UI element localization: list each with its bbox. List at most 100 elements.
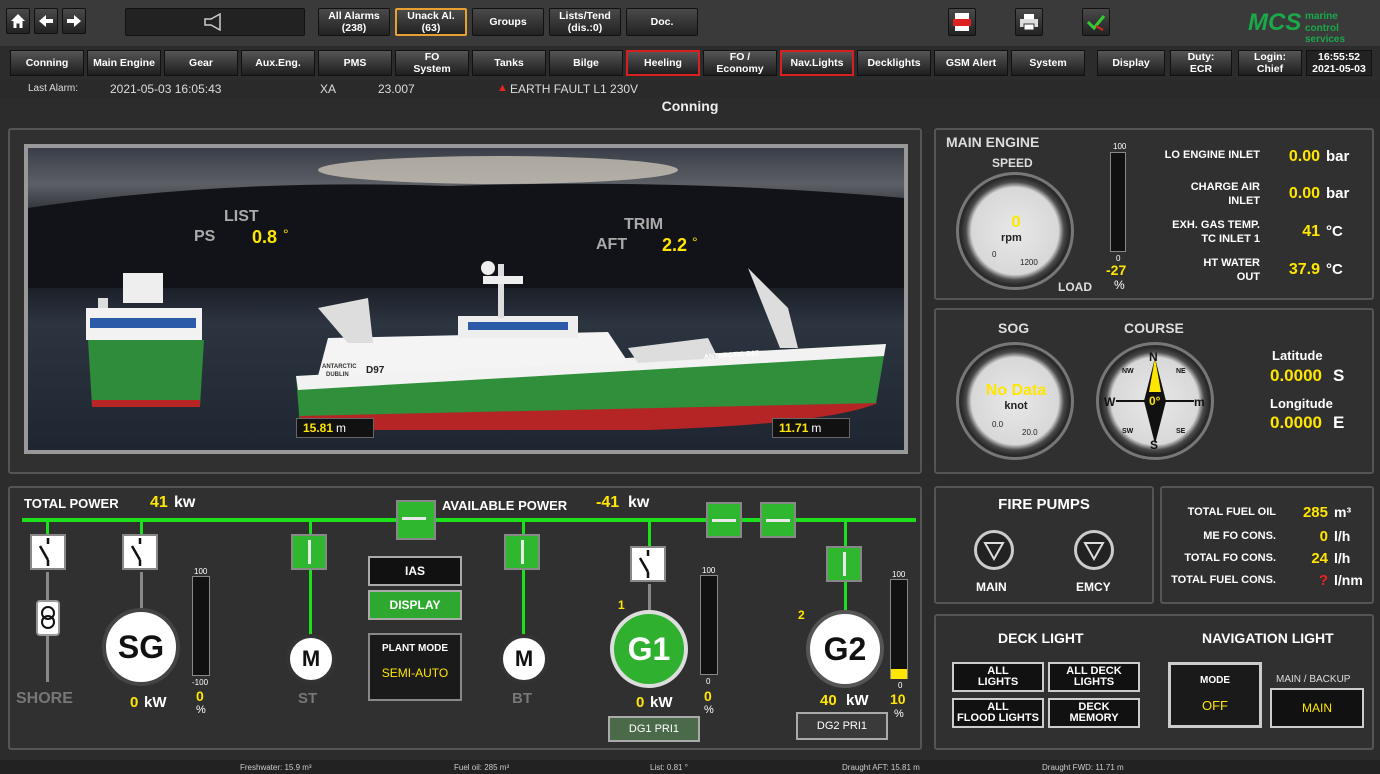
plant-mode-box[interactable]: PLANT MODE SEMI-AUTO [368, 633, 462, 701]
nav-aux-eng-button[interactable]: Aux.Eng. [241, 50, 315, 76]
print-button[interactable] [1015, 8, 1043, 36]
generator-1[interactable]: G1 [610, 610, 688, 688]
all-alarms-button[interactable]: All Alarms (238) [318, 8, 390, 36]
bus-tie-breaker-2[interactable] [706, 502, 742, 538]
nav-fo-economy-button[interactable]: FO / Economy [703, 50, 777, 76]
dg1-priority-button[interactable]: DG1 PRI1 [608, 716, 700, 742]
login-button[interactable]: Login: Chief [1238, 50, 1302, 76]
brand-logo: MCS [1248, 9, 1302, 36]
doc-button[interactable]: Doc. [626, 8, 698, 36]
check-icon [1086, 15, 1106, 31]
shore-switch[interactable] [30, 534, 66, 570]
fuel-row-label: TOTAL FUEL OIL [1187, 506, 1276, 518]
nav-pms-button[interactable]: PMS [318, 50, 392, 76]
last-alarm-time: 2021-05-03 16:05:43 [110, 82, 222, 96]
compass-w: W [1104, 395, 1116, 409]
acknowledge-button[interactable] [1082, 8, 1110, 36]
engine-row-value: 0.00 [1288, 148, 1320, 165]
fire-pump-emcy-button[interactable] [1074, 530, 1114, 570]
g1-switch[interactable] [630, 546, 666, 582]
top-toolbar: All Alarms (238) Unack Al. (63) Groups L… [0, 0, 1380, 46]
page-title: Conning [661, 98, 719, 114]
bus-tie-breaker-3[interactable] [760, 502, 796, 538]
generator-2[interactable]: G2 [806, 610, 884, 688]
fire-pump-main-button[interactable] [974, 530, 1014, 570]
lists-tend-button[interactable]: Lists/Tend (dis.:0) [549, 8, 621, 36]
sg-pct-max: 100 [194, 567, 208, 576]
trim-degree: ° [692, 234, 698, 250]
g2-breaker[interactable] [826, 546, 862, 582]
ship-illustration [28, 156, 904, 430]
nav-decklights-button[interactable]: Decklights [857, 50, 931, 76]
g1-number: 1 [618, 598, 625, 612]
nav-light-mode-label: MODE [1200, 675, 1230, 686]
sg-switch[interactable] [122, 534, 158, 570]
home-icon [11, 14, 25, 28]
forward-button[interactable] [62, 8, 86, 34]
home-button[interactable] [6, 8, 30, 34]
fuel-row-label: TOTAL FUEL CONS. [1171, 574, 1276, 586]
bus-tie-breaker-1[interactable] [396, 500, 436, 540]
engine-row-unit: °C [1326, 261, 1343, 278]
duty-button[interactable]: Duty: ECR [1170, 50, 1232, 76]
nav-conning-button[interactable]: Conning [10, 50, 84, 76]
total-power-value: 41 [150, 494, 168, 511]
nav-system-button[interactable]: System [1011, 50, 1085, 76]
bow-thruster-motor[interactable]: M [499, 634, 549, 684]
engine-row-unit: °C [1326, 223, 1343, 240]
main-engine-panel[interactable]: MAIN ENGINE SPEED 0 rpm 0 1200 LOAD 100 … [934, 128, 1374, 300]
nav-main-engine-button[interactable]: Main Engine [87, 50, 161, 76]
nav-light-mode-button[interactable]: MODE OFF [1168, 662, 1262, 728]
ias-button[interactable]: IAS [368, 556, 462, 586]
list-label: LIST [224, 208, 259, 225]
all-flood-lights-button[interactable]: ALL FLOOD LIGHTS [952, 698, 1044, 728]
g2-pct-max: 100 [892, 570, 906, 579]
nav-fo-system-button[interactable]: FO System [395, 50, 469, 76]
deck-memory-button[interactable]: DECK MEMORY [1048, 698, 1140, 728]
fire-pumps-title: FIRE PUMPS [998, 496, 1090, 513]
dg2-priority-button[interactable]: DG2 PRI1 [796, 712, 888, 740]
back-button[interactable] [34, 8, 58, 34]
course-label: COURSE [1124, 320, 1184, 336]
available-power-value: -41 [596, 494, 620, 511]
arrow-left-icon [39, 15, 53, 27]
nav-heeling-button[interactable]: Heeling [626, 50, 700, 76]
sg-feeder-top [140, 522, 143, 534]
plant-mode-value: SEMI-AUTO [381, 666, 449, 680]
display-button[interactable]: Display [1097, 50, 1165, 76]
g1-pct-min: 0 [706, 677, 711, 686]
engine-row-unit: bar [1326, 148, 1350, 165]
compass-m: m [1194, 395, 1205, 409]
all-deck-lights-button[interactable]: ALL DECK LIGHTS [1048, 662, 1140, 692]
all-lights-button[interactable]: ALL LIGHTS [952, 662, 1044, 692]
unack-alarms-button[interactable]: Unack Al. (63) [395, 8, 467, 36]
main-backup-button[interactable]: MAIN [1270, 688, 1364, 728]
horn-button[interactable] [125, 8, 305, 36]
fuel-row-label: ME FO CONS. [1203, 530, 1276, 542]
st-breaker[interactable] [291, 534, 327, 570]
compass-nw: NW [1122, 368, 1134, 375]
groups-button[interactable]: Groups [472, 8, 544, 36]
stern-thruster-motor[interactable]: M [286, 634, 336, 684]
fuel-row-value: ? [1318, 572, 1328, 589]
transformer-symbol [41, 606, 55, 629]
fuel-row-unit: l/nm [1334, 572, 1363, 588]
nav-tanks-button[interactable]: Tanks [472, 50, 546, 76]
sg-feeder [140, 572, 143, 612]
horn-icon [204, 13, 221, 31]
shaft-generator[interactable]: SG [102, 608, 180, 686]
last-alarm-bar[interactable]: Last Alarm: 2021-05-03 16:05:43 XA 23.00… [0, 80, 1380, 98]
pdf-icon [953, 13, 971, 31]
available-power-label: AVAILABLE POWER [442, 498, 568, 513]
pdf-button[interactable] [948, 8, 976, 36]
nav-gsm-alert-button[interactable]: GSM Alert [934, 50, 1008, 76]
nav-gear-button[interactable]: Gear [164, 50, 238, 76]
compass-s: S [1150, 438, 1159, 452]
nav-bilge-button[interactable]: Bilge [549, 50, 623, 76]
bt-breaker[interactable] [504, 534, 540, 570]
last-alarm-label: Last Alarm: [28, 83, 79, 94]
longitude-value: 0.0000 [1270, 413, 1322, 432]
nav-nav-lights-button[interactable]: Nav.Lights [780, 50, 854, 76]
footer-fueloil: Fuel oil: 285 m³ [454, 763, 510, 772]
display-mode-button[interactable]: DISPLAY [368, 590, 462, 620]
